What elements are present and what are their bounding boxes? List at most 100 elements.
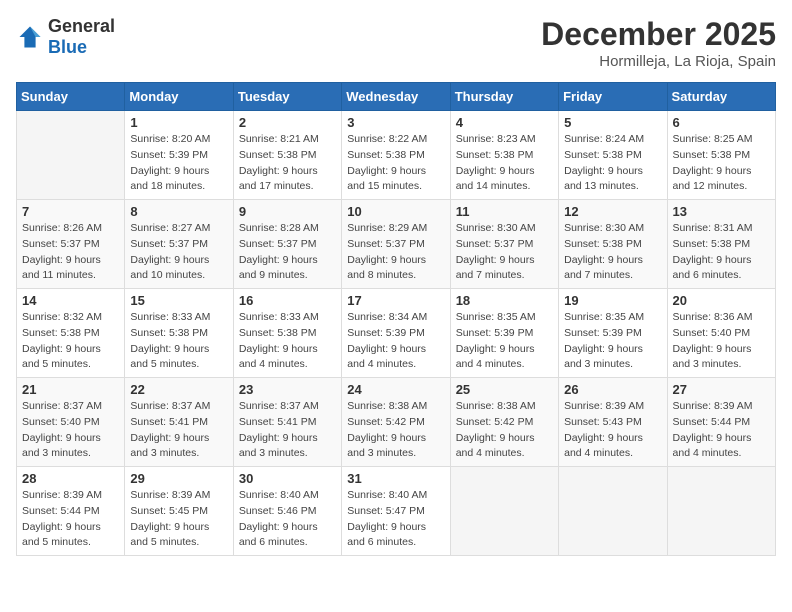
day-info: Sunrise: 8:28 AMSunset: 5:37 PMDaylight:… [239,221,336,284]
calendar-cell: 26Sunrise: 8:39 AMSunset: 5:43 PMDayligh… [559,378,667,467]
day-number: 11 [456,204,553,219]
day-number: 5 [564,115,661,130]
calendar-cell: 31 Sunrise: 8:40 AMSunset: 5:47 PMDayligh… [342,467,450,556]
day-info: Sunrise: 8:39 AMSunset: 5:43 PMDaylight:… [564,399,661,462]
day-number: 25 [456,382,553,397]
calendar-cell: 8Sunrise: 8:27 AMSunset: 5:37 PMDaylight… [125,200,233,289]
day-number: 27 [673,382,770,397]
day-info: Sunrise: 8:30 AMSunset: 5:38 PMDaylight:… [564,221,661,284]
calendar-cell: 3 Sunrise: 8:22 AMSunset: 5:38 PMDaylight… [342,111,450,200]
calendar-cell [559,467,667,556]
header-wednesday: Wednesday [342,83,450,111]
day-info: Sunrise: 8:40 AMSunset: 5:46 PMDaylight:… [239,488,336,551]
day-info: Sunrise: 8:31 AMSunset: 5:38 PMDaylight:… [673,221,770,284]
day-number: 16 [239,293,336,308]
day-info: Sunrise: 8:26 AMSunset: 5:37 PMDaylight:… [22,221,119,284]
day-number: 1 [130,115,227,130]
day-number: 31 [347,471,444,486]
day-number: 10 [347,204,444,219]
header-monday: Monday [125,83,233,111]
calendar-cell: 28 Sunrise: 8:39 AMSunset: 5:44 PMDayligh… [17,467,125,556]
day-info: Sunrise: 8:23 AMSunset: 5:38 PMDaylight:… [456,132,553,195]
calendar-cell: 16 Sunrise: 8:33 AMSunset: 5:38 PMDayligh… [233,289,341,378]
day-info: Sunrise: 8:35 AMSunset: 5:39 PMDaylight:… [456,310,553,373]
calendar-cell: 2 Sunrise: 8:21 AMSunset: 5:38 PMDaylight… [233,111,341,200]
calendar-cell: 23 Sunrise: 8:37 AMSunset: 5:41 PMDayligh… [233,378,341,467]
day-number: 30 [239,471,336,486]
day-info: Sunrise: 8:33 AMSunset: 5:38 PMDaylight:… [239,310,336,373]
calendar-cell: 29 Sunrise: 8:39 AMSunset: 5:45 PMDayligh… [125,467,233,556]
week-row-0: 1 Sunrise: 8:20 AMSunset: 5:39 PMDaylight… [17,111,776,200]
day-number: 14 [22,293,119,308]
calendar-cell: 9 Sunrise: 8:28 AMSunset: 5:37 PMDaylight… [233,200,341,289]
day-number: 2 [239,115,336,130]
day-number: 9 [239,204,336,219]
header-sunday: Sunday [17,83,125,111]
day-number: 15 [130,293,227,308]
calendar-cell: 22 Sunrise: 8:37 AMSunset: 5:41 PMDayligh… [125,378,233,467]
day-info: Sunrise: 8:39 AMSunset: 5:44 PMDaylight:… [22,488,119,551]
calendar-header-row: SundayMondayTuesdayWednesdayThursdayFrid… [17,83,776,111]
day-number: 4 [456,115,553,130]
day-info: Sunrise: 8:40 AMSunset: 5:47 PMDaylight:… [347,488,444,551]
week-row-4: 28 Sunrise: 8:39 AMSunset: 5:44 PMDayligh… [17,467,776,556]
logo-general: General [48,16,115,36]
calendar-cell: 18 Sunrise: 8:35 AMSunset: 5:39 PMDayligh… [450,289,558,378]
day-info: Sunrise: 8:35 AMSunset: 5:39 PMDaylight:… [564,310,661,373]
title-block: December 2025 Hormilleja, La Rioja, Spai… [541,16,776,70]
calendar-cell: 7 Sunrise: 8:26 AMSunset: 5:37 PMDaylight… [17,200,125,289]
day-info: Sunrise: 8:38 AMSunset: 5:42 PMDaylight:… [347,399,444,462]
week-row-2: 14 Sunrise: 8:32 AMSunset: 5:38 PMDayligh… [17,289,776,378]
day-number: 22 [130,382,227,397]
calendar-cell: 4 Sunrise: 8:23 AMSunset: 5:38 PMDaylight… [450,111,558,200]
calendar-cell: 24Sunrise: 8:38 AMSunset: 5:42 PMDayligh… [342,378,450,467]
logo: General Blue [16,16,115,58]
calendar-cell: 5 Sunrise: 8:24 AMSunset: 5:38 PMDaylight… [559,111,667,200]
day-info: Sunrise: 8:20 AMSunset: 5:39 PMDaylight:… [130,132,227,195]
day-info: Sunrise: 8:32 AMSunset: 5:38 PMDaylight:… [22,310,119,373]
header-thursday: Thursday [450,83,558,111]
day-info: Sunrise: 8:37 AMSunset: 5:41 PMDaylight:… [130,399,227,462]
logo-icon [16,23,44,51]
calendar-cell [667,467,775,556]
page-header: General Blue December 2025 Hormilleja, L… [16,16,776,70]
day-number: 13 [673,204,770,219]
calendar-cell: 6Sunrise: 8:25 AMSunset: 5:38 PMDaylight… [667,111,775,200]
calendar-cell: 17Sunrise: 8:34 AMSunset: 5:39 PMDayligh… [342,289,450,378]
day-number: 12 [564,204,661,219]
day-info: Sunrise: 8:29 AMSunset: 5:37 PMDaylight:… [347,221,444,284]
day-info: Sunrise: 8:37 AMSunset: 5:41 PMDaylight:… [239,399,336,462]
day-number: 23 [239,382,336,397]
day-info: Sunrise: 8:36 AMSunset: 5:40 PMDaylight:… [673,310,770,373]
calendar-table: SundayMondayTuesdayWednesdayThursdayFrid… [16,82,776,556]
calendar-cell: 15 Sunrise: 8:33 AMSunset: 5:38 PMDayligh… [125,289,233,378]
day-info: Sunrise: 8:24 AMSunset: 5:38 PMDaylight:… [564,132,661,195]
day-info: Sunrise: 8:39 AMSunset: 5:45 PMDaylight:… [130,488,227,551]
calendar-cell: 30 Sunrise: 8:40 AMSunset: 5:46 PMDayligh… [233,467,341,556]
location-title: Hormilleja, La Rioja, Spain [541,53,776,70]
day-info: Sunrise: 8:21 AMSunset: 5:38 PMDaylight:… [239,132,336,195]
logo-blue: Blue [48,37,87,57]
calendar-cell: 21Sunrise: 8:37 AMSunset: 5:40 PMDayligh… [17,378,125,467]
day-number: 8 [130,204,227,219]
week-row-3: 21Sunrise: 8:37 AMSunset: 5:40 PMDayligh… [17,378,776,467]
day-number: 7 [22,204,119,219]
calendar-cell: 12 Sunrise: 8:30 AMSunset: 5:38 PMDayligh… [559,200,667,289]
calendar-cell: 14 Sunrise: 8:32 AMSunset: 5:38 PMDayligh… [17,289,125,378]
day-info: Sunrise: 8:34 AMSunset: 5:39 PMDaylight:… [347,310,444,373]
day-number: 29 [130,471,227,486]
day-number: 28 [22,471,119,486]
day-info: Sunrise: 8:22 AMSunset: 5:38 PMDaylight:… [347,132,444,195]
day-number: 21 [22,382,119,397]
day-info: Sunrise: 8:25 AMSunset: 5:38 PMDaylight:… [673,132,770,195]
calendar-cell: 1 Sunrise: 8:20 AMSunset: 5:39 PMDaylight… [125,111,233,200]
day-number: 18 [456,293,553,308]
day-number: 19 [564,293,661,308]
calendar-cell: 13 Sunrise: 8:31 AMSunset: 5:38 PMDayligh… [667,200,775,289]
day-info: Sunrise: 8:33 AMSunset: 5:38 PMDaylight:… [130,310,227,373]
calendar-cell: 11 Sunrise: 8:30 AMSunset: 5:37 PMDayligh… [450,200,558,289]
day-info: Sunrise: 8:30 AMSunset: 5:37 PMDaylight:… [456,221,553,284]
day-info: Sunrise: 8:39 AMSunset: 5:44 PMDaylight:… [673,399,770,462]
month-title: December 2025 [541,16,776,53]
day-number: 3 [347,115,444,130]
